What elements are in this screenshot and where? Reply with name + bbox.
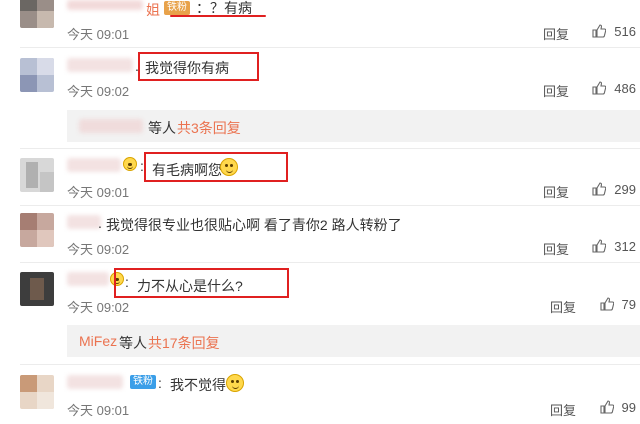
comment-time: 今天 09:02 <box>67 84 130 99</box>
like-icon[interactable] <box>592 239 606 253</box>
divider <box>20 262 640 263</box>
red-underline <box>170 15 266 17</box>
comment-time: 今天 09:02 <box>67 300 130 315</box>
reply-user-blurred <box>79 119 143 133</box>
username-blurred[interactable] <box>67 58 133 72</box>
reply-summary[interactable]: MiFez 等人 共17条回复 <box>67 325 640 357</box>
avatar[interactable] <box>20 272 54 306</box>
reply-button[interactable]: 回复 <box>543 81 569 100</box>
avatar[interactable] <box>20 158 54 192</box>
like-count: 299 <box>614 182 636 197</box>
comment-text: 我觉得很专业也很贴心啊 看了青你2 路人转粉了 <box>106 217 402 233</box>
like-icon[interactable] <box>592 81 606 95</box>
tiefen-badge: 铁粉 <box>130 375 156 389</box>
divider <box>20 364 640 365</box>
reply-button[interactable]: 回复 <box>543 182 569 201</box>
reply-button[interactable]: 回复 <box>543 24 569 43</box>
avatar[interactable] <box>20 375 54 409</box>
fan-emoji-icon <box>123 157 137 171</box>
divider <box>20 47 640 48</box>
username-blurred[interactable] <box>67 158 121 172</box>
reply-button[interactable]: 回复 <box>550 400 576 419</box>
tiefen-badge: 铁粉 <box>164 1 190 15</box>
comment-time: 今天 09:01 <box>67 27 130 42</box>
like-icon[interactable] <box>592 24 606 38</box>
divider <box>20 205 640 206</box>
divider <box>20 148 640 149</box>
reply-suffix: 等人 <box>119 335 147 351</box>
reply-button[interactable]: 回复 <box>550 297 576 316</box>
reply-count-link[interactable]: 共3条回复 <box>177 118 241 138</box>
highlight-box <box>138 52 259 81</box>
smile-emoji-icon <box>226 374 244 392</box>
username-blurred[interactable] <box>67 375 123 389</box>
like-icon[interactable] <box>592 182 606 196</box>
username-partial: 姐 <box>146 2 160 18</box>
avatar[interactable] <box>20 58 54 92</box>
highlight-box <box>144 152 288 182</box>
comment-time: 今天 09:02 <box>67 242 130 257</box>
username-blurred[interactable] <box>67 272 109 286</box>
like-count: 79 <box>621 297 636 312</box>
avatar[interactable] <box>20 213 54 247</box>
reply-suffix: 等人 <box>148 120 176 136</box>
comment-text: 我不觉得 <box>170 377 226 393</box>
reply-user[interactable]: MiFez <box>79 333 117 349</box>
username-blurred[interactable] <box>67 215 101 229</box>
like-count: 486 <box>614 81 636 96</box>
colon: . <box>98 215 102 231</box>
like-count: 99 <box>621 400 636 415</box>
username-blurred[interactable] <box>67 0 143 10</box>
highlight-box <box>114 268 289 298</box>
reply-count-link[interactable]: 共17条回复 <box>148 333 220 353</box>
like-count: 516 <box>614 24 636 39</box>
like-count: 312 <box>614 239 636 254</box>
colon: : <box>158 375 162 391</box>
avatar[interactable] <box>20 0 54 28</box>
comment-time: 今天 09:01 <box>67 403 130 418</box>
comment-time: 今天 09:01 <box>67 185 130 200</box>
reply-summary[interactable]: 等人 共3条回复 <box>67 110 640 142</box>
reply-button[interactable]: 回复 <box>543 239 569 258</box>
